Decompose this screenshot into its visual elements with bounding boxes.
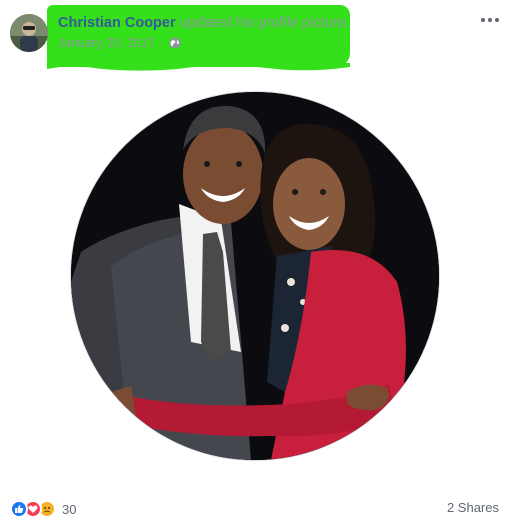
profile-photo[interactable]: [70, 91, 440, 461]
more-options-icon[interactable]: [478, 12, 502, 28]
profile-picture-post: Christian Cooper updated his profile pic…: [0, 0, 510, 529]
post-header-text: Christian Cooper updated his profile pic…: [58, 14, 350, 32]
post-date-link[interactable]: January 20, 2017: [58, 35, 155, 51]
reaction-count: 30: [62, 501, 77, 517]
meta-separator: ·: [158, 36, 163, 50]
shares-count-link[interactable]: 2 Shares: [447, 500, 499, 515]
reactions-summary[interactable]: 30: [10, 500, 76, 518]
author-avatar[interactable]: [10, 14, 48, 52]
post-meta: January 20, 2017 ·: [58, 35, 181, 51]
post-action-text: updated his profile picture.: [179, 15, 350, 31]
author-name-link[interactable]: Christian Cooper: [58, 15, 176, 31]
like-icon: [10, 500, 28, 518]
globe-icon[interactable]: [169, 37, 181, 49]
